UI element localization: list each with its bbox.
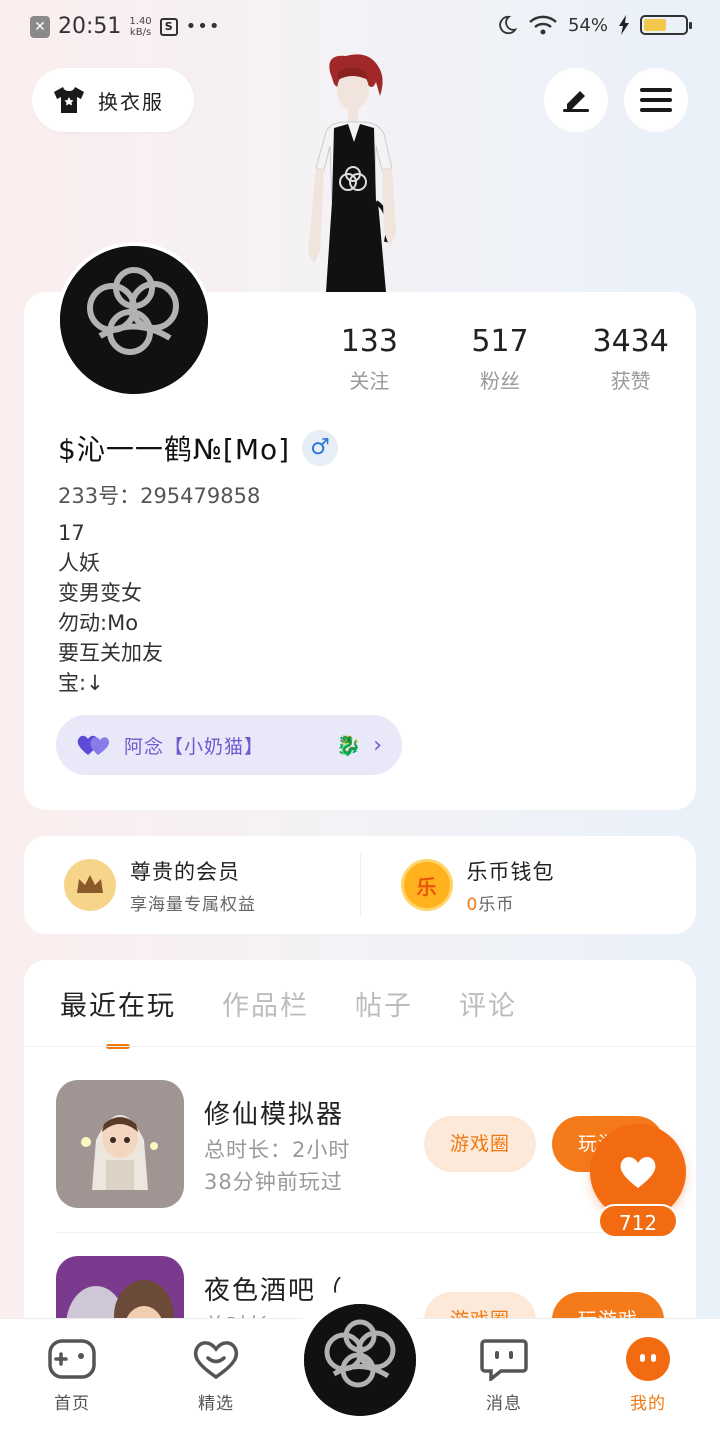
center-create-button[interactable]: [304, 1304, 416, 1416]
game-icon-image: [56, 1080, 184, 1208]
bio-line: 要互关加友: [58, 641, 163, 665]
profile-face-icon: [622, 1337, 674, 1381]
like-count-badge: 712: [598, 1204, 678, 1238]
battery-percent: 54%: [567, 14, 608, 36]
wallet-unit: 乐币: [478, 894, 515, 915]
close-friend-pill[interactable]: 阿念【小奶猫】 🐉 ›: [56, 715, 402, 775]
nav-profile-label: 我的: [630, 1394, 666, 1414]
bio-line: 17: [58, 521, 85, 545]
heart-icon: [620, 1157, 656, 1188]
pen-icon: [563, 91, 589, 112]
wallet-entry[interactable]: 乐 乐币钱包 0乐币: [361, 836, 697, 934]
nav-featured[interactable]: 精选: [171, 1337, 261, 1414]
avatar-character[interactable]: [296, 52, 406, 292]
likes-label: 获赞: [610, 369, 651, 393]
likes-stat[interactable]: 3434 获赞: [565, 324, 696, 394]
bio-line: 变男变女: [58, 581, 142, 605]
network-speed: 1.40 kB/s: [129, 16, 151, 38]
bio-line: 勿动:Mo: [58, 611, 139, 635]
change-outfit-button[interactable]: 换衣服: [32, 68, 194, 132]
hamburger-menu-icon: [640, 88, 672, 112]
game-row[interactable]: 修仙模拟器 总时长：2小时 38分钟前玩过 游戏圈 玩游戏: [56, 1080, 676, 1210]
user-id[interactable]: 233号：295479858: [58, 480, 260, 510]
heart-face-icon: [190, 1337, 242, 1381]
following-label: 关注: [349, 369, 390, 393]
tab-posts[interactable]: 帖子: [355, 984, 413, 1023]
vip-subtitle: 享海量专属权益: [130, 894, 256, 915]
nav-messages[interactable]: 消息: [459, 1337, 549, 1414]
membership-card: 尊贵的会员 享海量专属权益 乐 乐币钱包 0乐币: [24, 836, 696, 934]
tab-recently-played[interactable]: 最近在玩: [60, 984, 176, 1049]
close-friend-label: 阿念【小奶猫】: [124, 735, 265, 758]
game-icon[interactable]: [56, 1080, 184, 1208]
wallet-balance: 0乐币: [467, 890, 555, 915]
moon-icon: [499, 15, 518, 35]
game-total-time: 总时长：2小时: [204, 1138, 351, 1162]
vip-title: 尊贵的会员: [130, 859, 240, 884]
avatar[interactable]: [56, 242, 212, 398]
followers-label: 粉丝: [480, 369, 520, 393]
likes-count: 3434: [592, 324, 669, 359]
battery-icon: [640, 15, 692, 35]
nav-profile[interactable]: 我的: [603, 1337, 693, 1414]
coin-icon: 乐: [400, 859, 453, 911]
center-knot-image: [304, 1304, 416, 1416]
nav-home-label: 首页: [54, 1394, 90, 1414]
following-count: 133: [340, 324, 398, 359]
crown-icon: [64, 859, 116, 911]
status-time: 20:51: [58, 14, 122, 39]
chevron-right-icon: ›: [373, 732, 382, 758]
bio-line: 人妖: [58, 551, 100, 575]
wallet-title: 乐币钱包: [466, 859, 555, 884]
gamepad-icon: [46, 1337, 98, 1381]
game-title: 修仙模拟器: [204, 1100, 345, 1130]
wifi-icon: [529, 15, 557, 35]
edit-profile-button[interactable]: [544, 68, 608, 132]
charging-icon: [619, 15, 629, 35]
network-speed-unit: kB/s: [129, 26, 152, 38]
app-notification-icon: S: [159, 17, 178, 36]
tab-bar: 最近在玩 作品栏 帖子 评论: [60, 984, 517, 1049]
tab-comments[interactable]: 评论: [459, 984, 517, 1023]
vip-member-entry[interactable]: 尊贵的会员 享海量专属权益: [24, 836, 360, 934]
menu-button[interactable]: [624, 68, 688, 132]
followers-count: 517: [471, 324, 529, 359]
game-circle-button[interactable]: 游戏圈: [424, 1116, 536, 1172]
chat-icon: [478, 1337, 530, 1381]
wallet-amount: 0: [466, 894, 479, 915]
notification-close-icon: ✕: [30, 15, 50, 38]
coin-glyph: 乐: [416, 874, 437, 899]
tab-works[interactable]: 作品栏: [222, 984, 309, 1023]
row-divider: [56, 1232, 664, 1233]
change-outfit-label: 换衣服: [98, 89, 164, 114]
male-gender-icon: ♂: [302, 430, 339, 466]
following-stat[interactable]: 133 关注: [304, 324, 435, 394]
nav-home[interactable]: 首页: [27, 1337, 117, 1414]
username-row: $沁一一鹤№[Mo] ♂: [58, 428, 339, 468]
more-notifications-icon: •••: [185, 16, 221, 37]
avatar-knot-image: [60, 246, 208, 394]
status-left: ✕ 20:51 1.40 kB/s S •••: [30, 14, 221, 39]
nav-messages-label: 消息: [486, 1394, 522, 1414]
status-right: 54%: [496, 14, 692, 36]
tabs-divider: [24, 1046, 696, 1047]
dragon-icon: 🐉: [336, 733, 362, 757]
tshirt-icon: [54, 87, 84, 113]
double-heart-icon: [77, 735, 110, 755]
game-last-played: 38分钟前玩过: [204, 1170, 343, 1194]
profile-stats: 133 关注 517 粉丝 3434 获赞: [304, 324, 696, 394]
bio: 17 人妖 变男变女 勿动:Mo 要互关加友 宝:↓: [58, 518, 163, 698]
followers-stat[interactable]: 517 粉丝: [435, 324, 566, 394]
username: $沁一一鹤№[Mo]: [58, 433, 291, 466]
status-bar: ✕ 20:51 1.40 kB/s S ••• 54%: [0, 0, 720, 56]
battery-fill: [644, 19, 666, 31]
network-speed-value: 1.40: [129, 15, 152, 27]
nav-featured-label: 精选: [198, 1394, 234, 1414]
bio-line: 宝:↓: [58, 671, 104, 695]
